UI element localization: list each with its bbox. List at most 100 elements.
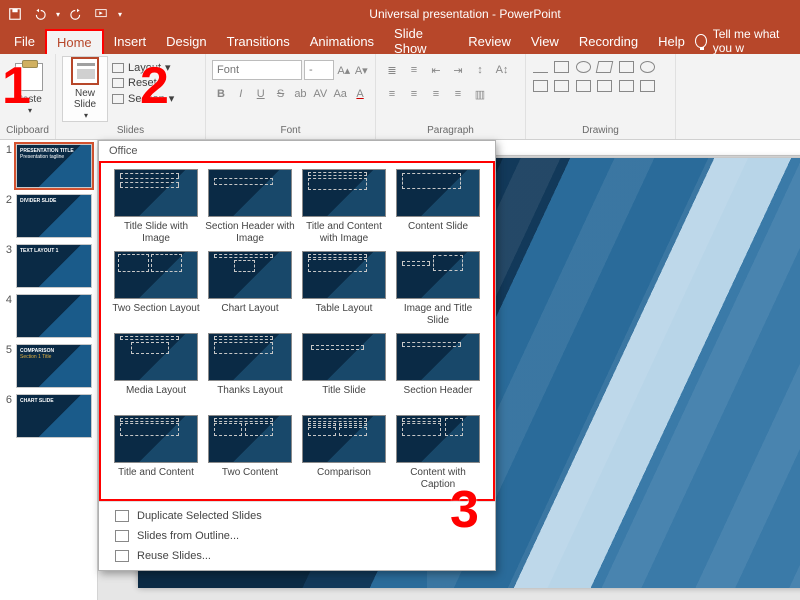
layout-option[interactable]: Title Slide bbox=[299, 333, 389, 409]
paste-button[interactable]: Paste bbox=[6, 56, 52, 122]
window-title: Universal presentation - PowerPoint bbox=[130, 7, 800, 21]
start-from-beginning-icon[interactable] bbox=[94, 7, 108, 21]
italic-button[interactable]: I bbox=[232, 84, 250, 104]
bold-button[interactable]: B bbox=[212, 84, 230, 104]
font-family-input[interactable] bbox=[212, 60, 302, 80]
font-size-input[interactable] bbox=[304, 60, 334, 80]
layout-option[interactable]: Two Content bbox=[205, 415, 295, 491]
group-slides: NewSlide Layout ▾ Reset Section ▾ Slides bbox=[56, 54, 206, 139]
undo-dropdown-icon[interactable]: ▾ bbox=[56, 10, 60, 19]
shape-rect2-icon[interactable] bbox=[619, 61, 634, 73]
thumb-4[interactable]: 4 bbox=[2, 294, 95, 338]
spacing-button[interactable]: AV bbox=[311, 84, 329, 104]
tab-recording[interactable]: Recording bbox=[569, 30, 648, 53]
justify-button[interactable]: ≡ bbox=[448, 84, 468, 104]
layout-option[interactable]: Table Layout bbox=[299, 251, 389, 327]
tab-transitions[interactable]: Transitions bbox=[217, 30, 300, 53]
numbering-button[interactable]: ≡ bbox=[404, 60, 424, 80]
columns-button[interactable]: ▥ bbox=[470, 84, 490, 104]
line-spacing-button[interactable]: ↕ bbox=[470, 60, 490, 80]
new-slide-button[interactable]: NewSlide bbox=[62, 56, 108, 122]
shape-penta-icon[interactable] bbox=[554, 80, 569, 92]
reuse-slides-button[interactable]: Reuse Slides... bbox=[99, 546, 495, 566]
tab-view[interactable]: View bbox=[521, 30, 569, 53]
layout-option[interactable]: Media Layout bbox=[111, 333, 201, 409]
shape-oval-icon[interactable] bbox=[576, 61, 591, 73]
layout-option-label: Image and Title Slide bbox=[393, 303, 483, 327]
layout-option[interactable]: Chart Layout bbox=[205, 251, 295, 327]
thumb-1[interactable]: 1PRESENTATION TITLEPresentation tagline bbox=[2, 144, 95, 188]
layout-option[interactable]: Section Header with Image bbox=[205, 169, 295, 245]
redo-icon[interactable] bbox=[70, 7, 84, 21]
duplicate-slides-button[interactable]: Duplicate Selected Slides bbox=[99, 506, 495, 526]
tab-home[interactable]: Home bbox=[45, 29, 104, 54]
qat-dropdown-icon[interactable]: ▾ bbox=[118, 10, 122, 19]
shape-rect-icon[interactable] bbox=[554, 61, 569, 73]
slides-from-outline-button[interactable]: Slides from Outline... bbox=[99, 526, 495, 546]
layout-option[interactable]: Title Slide with Image bbox=[111, 169, 201, 245]
thumb-6[interactable]: 6CHART SLIDE bbox=[2, 394, 95, 438]
shadow-button[interactable]: ab bbox=[292, 84, 310, 104]
layout-option[interactable]: Title and Content bbox=[111, 415, 201, 491]
layout-option[interactable]: Content with Caption bbox=[393, 415, 483, 491]
shape-hex-icon[interactable] bbox=[576, 80, 591, 92]
align-right-button[interactable]: ≡ bbox=[426, 84, 446, 104]
shape-callout-icon[interactable] bbox=[640, 80, 655, 92]
thumb-5[interactable]: 5COMPARISONSection 1 Title bbox=[2, 344, 95, 388]
shape-star-icon[interactable] bbox=[619, 80, 634, 92]
undo-icon[interactable] bbox=[32, 7, 46, 21]
tab-review[interactable]: Review bbox=[458, 30, 521, 53]
shape-arrow-icon[interactable] bbox=[596, 61, 614, 73]
thumb-3[interactable]: 3TEXT LAYOUT 1 bbox=[2, 244, 95, 288]
layout-option[interactable]: Content Slide bbox=[393, 169, 483, 245]
tab-animations[interactable]: Animations bbox=[300, 30, 384, 53]
section-button[interactable]: Section ▾ bbox=[108, 91, 178, 106]
decrease-font-icon[interactable]: A▾ bbox=[354, 60, 370, 80]
tab-insert[interactable]: Insert bbox=[104, 30, 157, 53]
new-slide-layout-menu: Office Title Slide with ImageSection Hea… bbox=[98, 140, 496, 571]
align-left-button[interactable]: ≡ bbox=[382, 84, 402, 104]
paragraph-group-label: Paragraph bbox=[382, 124, 519, 139]
increase-font-icon[interactable]: A▴ bbox=[336, 60, 352, 80]
layout-button[interactable]: Layout ▾ bbox=[108, 60, 178, 75]
case-button[interactable]: Aa bbox=[331, 84, 349, 104]
save-icon[interactable] bbox=[8, 7, 22, 21]
font-color-button[interactable]: A bbox=[351, 84, 369, 104]
layout-option[interactable]: Comparison bbox=[299, 415, 389, 491]
indent-dec-button[interactable]: ⇤ bbox=[426, 60, 446, 80]
layout-option[interactable]: Section Header bbox=[393, 333, 483, 409]
text-direction-button[interactable]: A↕ bbox=[492, 60, 512, 80]
paste-dropdown-icon[interactable] bbox=[26, 105, 32, 116]
new-slide-dropdown-icon[interactable] bbox=[82, 110, 88, 121]
indent-inc-button[interactable]: ⇥ bbox=[448, 60, 468, 80]
paste-icon bbox=[15, 63, 43, 91]
tell-me[interactable]: Tell me what you w bbox=[695, 27, 796, 55]
layout-menu-footer: Duplicate Selected Slides Slides from Ou… bbox=[99, 501, 495, 570]
slides-group-label: Slides bbox=[62, 124, 199, 139]
thumb-2[interactable]: 2DIVIDER SLIDE bbox=[2, 194, 95, 238]
tab-design[interactable]: Design bbox=[156, 30, 216, 53]
thumb-title: TEXT LAYOUT 1 bbox=[20, 248, 88, 254]
shape-line-icon[interactable] bbox=[533, 72, 548, 73]
layout-option-label: Table Layout bbox=[316, 303, 373, 327]
outline-label: Slides from Outline... bbox=[137, 530, 239, 542]
shape-brace-icon[interactable] bbox=[597, 80, 612, 92]
tab-help[interactable]: Help bbox=[648, 30, 695, 53]
duplicate-label: Duplicate Selected Slides bbox=[137, 510, 262, 522]
shape-tri-icon[interactable] bbox=[533, 80, 548, 92]
layout-option[interactable]: Title and Content with Image bbox=[299, 169, 389, 245]
layout-option[interactable]: Thanks Layout bbox=[205, 333, 295, 409]
align-center-button[interactable]: ≡ bbox=[404, 84, 424, 104]
bullets-button[interactable]: ≣ bbox=[382, 60, 402, 80]
quick-access-toolbar: ▾ ▾ bbox=[0, 7, 130, 21]
underline-button[interactable]: U bbox=[252, 84, 270, 104]
thumb-title: CHART SLIDE bbox=[20, 398, 88, 404]
strike-button[interactable]: S bbox=[272, 84, 290, 104]
tab-file[interactable]: File bbox=[4, 30, 45, 53]
reset-button[interactable]: Reset bbox=[108, 76, 178, 90]
layout-option[interactable]: Image and Title Slide bbox=[393, 251, 483, 327]
shape-oval2-icon[interactable] bbox=[640, 61, 655, 73]
layout-option[interactable]: Two Section Layout bbox=[111, 251, 201, 327]
slide-thumbnails[interactable]: 1PRESENTATION TITLEPresentation tagline … bbox=[0, 140, 98, 600]
section-icon bbox=[112, 94, 124, 104]
